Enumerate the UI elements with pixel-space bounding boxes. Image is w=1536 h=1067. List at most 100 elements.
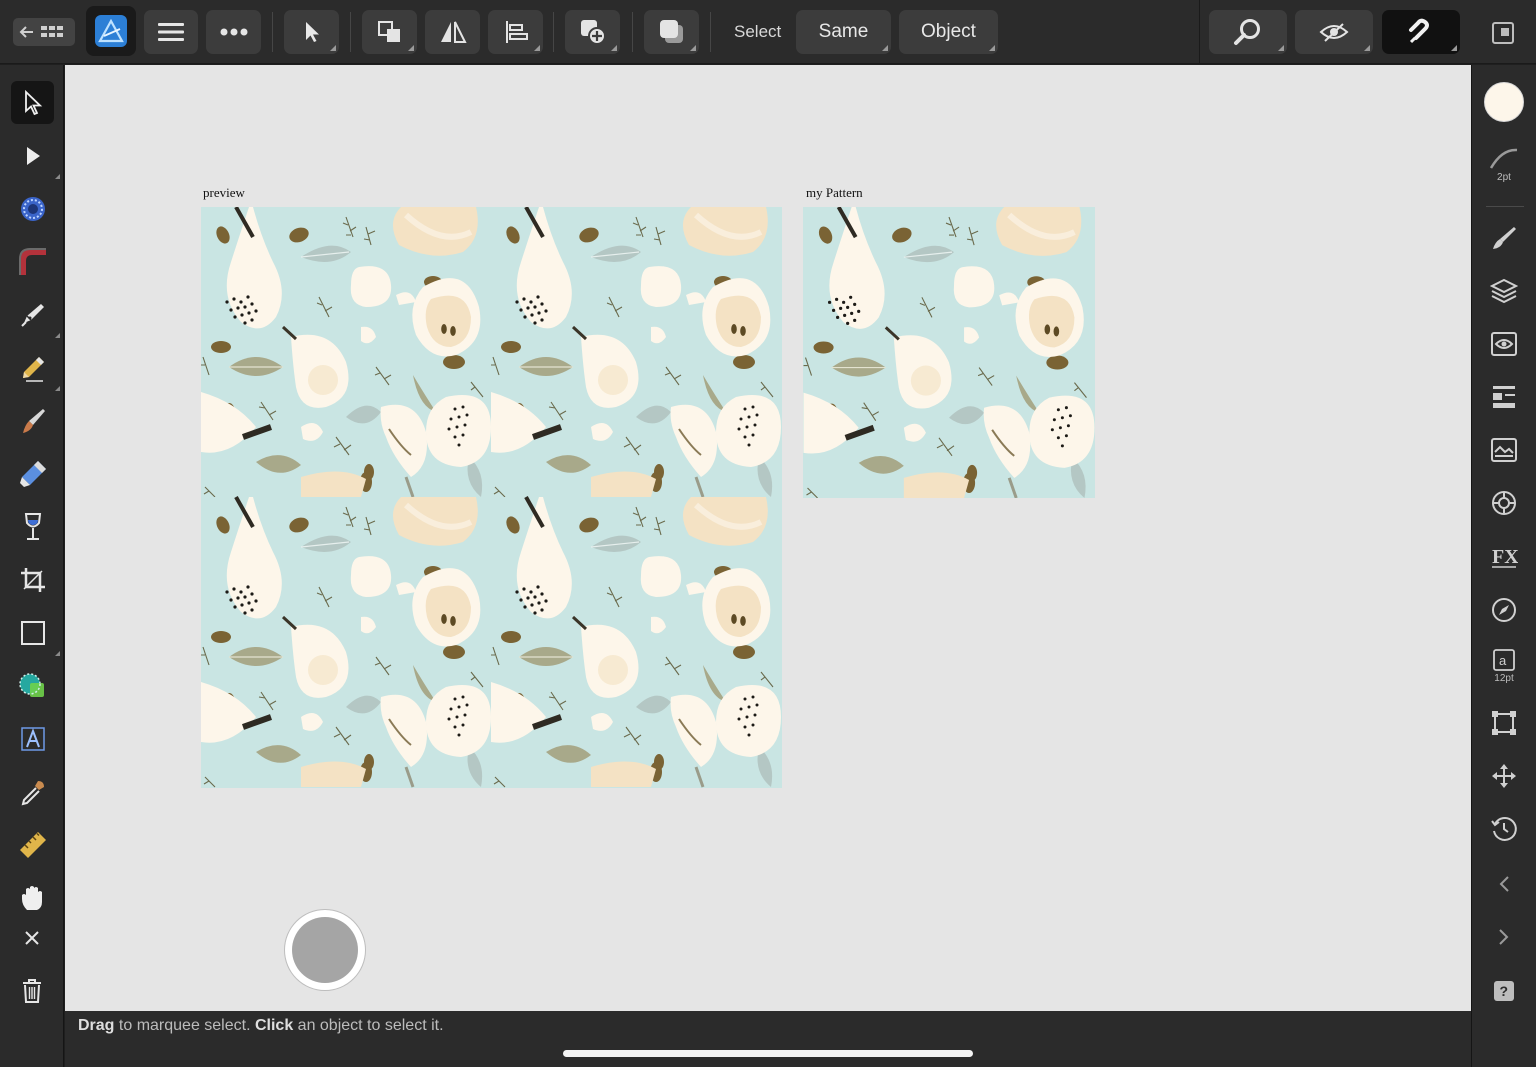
fill-color-well[interactable]	[1484, 82, 1524, 122]
text-size-value: 12pt	[1494, 673, 1514, 684]
view-mode-button[interactable]	[1295, 10, 1373, 54]
status-click-text: an object to select it.	[293, 1017, 444, 1034]
appearance-panel-button[interactable]	[1484, 324, 1524, 364]
stroke-panel-button[interactable]	[1484, 377, 1524, 417]
toolbar-divider	[632, 12, 633, 52]
artistic-text-tool[interactable]	[11, 717, 54, 760]
help-icon: ?	[1494, 981, 1514, 1001]
redo-button[interactable]	[1484, 917, 1524, 957]
delete-button[interactable]	[19, 977, 45, 1005]
eyedropper-icon	[21, 780, 44, 805]
text-frame-icon	[20, 726, 45, 751]
select-same-button[interactable]: Same	[796, 10, 891, 54]
navigator-panel-button[interactable]	[1484, 590, 1524, 630]
more-options-button[interactable]	[206, 10, 261, 54]
select-object-button[interactable]: Object	[899, 10, 998, 54]
view-zoom-button[interactable]	[1209, 10, 1287, 54]
panel-toggle-button[interactable]	[1488, 19, 1518, 47]
preview-artboard[interactable]	[201, 207, 782, 788]
corner-tool[interactable]	[11, 240, 54, 283]
move-arrows-icon	[1492, 764, 1516, 788]
quick-menu-button-inner	[292, 917, 358, 983]
brushes-panel-button[interactable]	[1484, 218, 1524, 258]
close-panel-button[interactable]	[22, 928, 42, 948]
close-icon	[25, 931, 39, 945]
move-tool[interactable]	[11, 81, 54, 124]
node-arrow-icon	[26, 146, 40, 165]
align-button[interactable]	[488, 10, 543, 54]
affinity-designer-persona-button[interactable]	[86, 6, 136, 56]
chevron-left-icon	[1499, 876, 1509, 892]
stroke-width-control[interactable]: 2pt	[1484, 137, 1524, 193]
wine-glass-icon	[24, 512, 41, 540]
pencil-icon	[22, 356, 44, 382]
hand-pan-icon	[21, 885, 42, 910]
status-drag-keyword: Drag	[78, 1017, 115, 1034]
pencil-tool[interactable]	[11, 346, 60, 391]
color-panel-button[interactable]	[1484, 483, 1524, 523]
hand-tool[interactable]	[11, 876, 54, 919]
color-wheel-icon	[1492, 491, 1516, 515]
help-button[interactable]: ?	[1484, 971, 1524, 1011]
crop-tool[interactable]	[11, 558, 54, 601]
home-indicator[interactable]	[563, 1050, 973, 1057]
fill-color-swatch	[1484, 82, 1524, 122]
magnifier-icon	[1234, 19, 1260, 45]
pen-tool[interactable]	[11, 293, 60, 338]
quick-fx-button[interactable]	[644, 10, 699, 54]
quick-menu-button[interactable]	[285, 910, 365, 990]
my-pattern-artboard[interactable]	[803, 207, 1095, 498]
move-nudge-button[interactable]	[1484, 756, 1524, 796]
history-panel-button[interactable]	[1484, 809, 1524, 849]
snapping-toggle-button[interactable]	[1382, 10, 1460, 54]
artboard-label-preview: preview	[203, 185, 245, 200]
text-box-icon: a	[1493, 649, 1515, 671]
transform-panel-button[interactable]	[1484, 703, 1524, 743]
my-pattern-image	[803, 207, 1095, 498]
color-picker-tool[interactable]	[11, 770, 54, 813]
add-boolean-button[interactable]	[565, 10, 620, 54]
text-styles-panel-button[interactable]: a 12pt	[1484, 643, 1524, 689]
transform-box-icon	[1492, 711, 1516, 735]
flip-horizontal-button[interactable]	[425, 10, 480, 54]
shape-builder-icon	[18, 672, 44, 697]
effects-panel-button[interactable]: FX	[1484, 537, 1524, 577]
svg-text:?: ?	[1500, 983, 1509, 999]
flip-icon	[440, 21, 467, 43]
toolbar-divider	[553, 12, 554, 52]
context-status-bar: Drag to marquee select. Click an object …	[65, 1011, 1471, 1067]
shape-builder-tool[interactable]	[11, 664, 54, 707]
appearance-icon	[1491, 332, 1517, 356]
status-click-keyword: Click	[254, 1017, 294, 1034]
chevron-right-icon	[1499, 929, 1509, 945]
documents-back-button[interactable]	[13, 18, 75, 46]
main-menu-button[interactable]	[144, 10, 198, 54]
contour-tool[interactable]	[11, 187, 54, 230]
selection-mode-button[interactable]	[284, 10, 339, 54]
layers-icon	[1490, 278, 1518, 304]
vector-brush-tool[interactable]	[11, 399, 54, 442]
cursor-arrow-icon	[305, 22, 319, 42]
assets-panel-button[interactable]	[1484, 430, 1524, 470]
status-hint-text: Drag to marquee select. Click an object …	[78, 1017, 444, 1035]
fill-tool[interactable]	[11, 452, 54, 495]
eye-hidden-icon	[1319, 23, 1349, 42]
arrange-order-button[interactable]	[362, 10, 417, 54]
undo-button[interactable]	[1484, 864, 1524, 904]
ellipsis-icon	[220, 28, 247, 36]
toolbar-divider	[1199, 0, 1200, 64]
brush-icon	[22, 408, 45, 433]
layers-panel-button[interactable]	[1484, 271, 1524, 311]
transparency-tool[interactable]	[11, 505, 54, 548]
document-canvas[interactable]: preview my Pattern	[65, 65, 1471, 1011]
studio-panel: 2pt FX a 12pt ?	[1471, 65, 1536, 1067]
toolbar-divider	[710, 12, 711, 52]
pen-nib-icon	[20, 303, 44, 327]
artboard-label-my-pattern: my Pattern	[806, 185, 863, 200]
rectangle-tool[interactable]	[11, 611, 60, 656]
stroke-lines-icon	[1493, 386, 1515, 408]
measure-tool[interactable]	[11, 823, 54, 866]
svg-text:FX: FX	[1492, 546, 1518, 568]
toolbar-divider	[272, 12, 273, 52]
node-tool[interactable]	[11, 134, 60, 179]
